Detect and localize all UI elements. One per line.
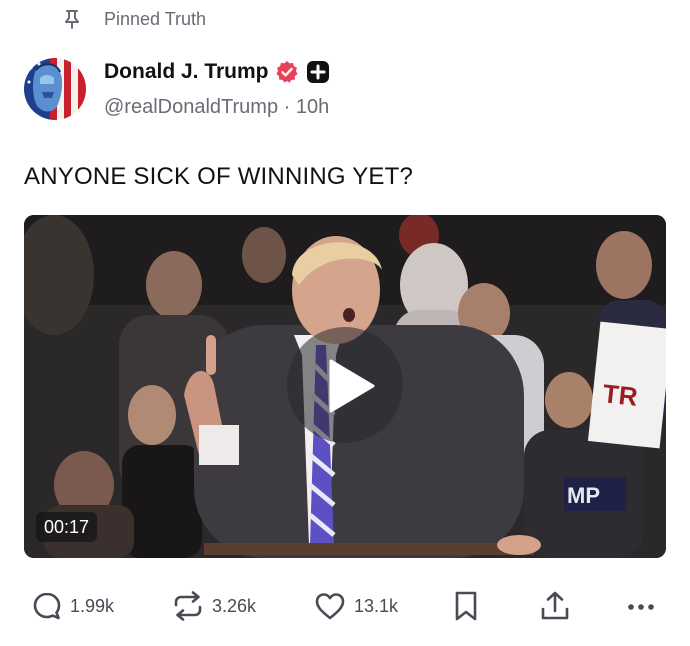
avatar[interactable]: [24, 58, 86, 120]
heart-icon: [315, 593, 345, 620]
share-button[interactable]: [540, 588, 570, 624]
author-handle[interactable]: @realDonaldTrump: [104, 96, 278, 118]
share-icon: [541, 591, 569, 620]
play-button[interactable]: [287, 327, 403, 443]
author-meta: @realDonaldTrump · 10h: [104, 94, 329, 120]
more-icon: [628, 604, 654, 610]
pinned-label: Pinned Truth: [104, 9, 207, 29]
author-name[interactable]: Donald J. Trump: [104, 58, 269, 86]
svg-text:MP: MP: [567, 483, 600, 508]
like-button[interactable]: 13.1k: [314, 588, 398, 624]
post-actions: 1.99k 3.26k 13.1k: [32, 588, 662, 624]
svg-text:TR: TR: [601, 378, 639, 411]
video-duration: 00:17: [36, 512, 98, 542]
retruth-button[interactable]: 3.26k: [172, 588, 256, 624]
bookmark-icon: [455, 591, 477, 621]
verified-badge-icon: [275, 60, 299, 84]
meta-separator: ·: [283, 96, 291, 118]
more-options-button[interactable]: [626, 588, 656, 624]
author-block: Donald J. Trump @realDonaldTrump · 10h: [104, 58, 329, 120]
retruth-count: 3.26k: [212, 596, 257, 616]
like-count: 13.1k: [354, 596, 399, 616]
reply-count: 1.99k: [70, 596, 115, 616]
play-icon: [329, 359, 375, 413]
reply-icon: [33, 592, 61, 620]
plus-badge-icon: [306, 61, 329, 83]
pin-icon: [64, 9, 80, 29]
bookmark-button[interactable]: [454, 588, 478, 624]
post-text: ANYONE SICK OF WINNING YET?: [24, 163, 414, 190]
retruth-icon: [174, 591, 202, 621]
post-timestamp[interactable]: 10h: [296, 96, 329, 118]
pinned-indicator: Pinned Truth: [64, 8, 206, 30]
reply-button[interactable]: 1.99k: [32, 588, 114, 624]
video-player[interactable]: TR MP 00:17: [24, 215, 666, 558]
